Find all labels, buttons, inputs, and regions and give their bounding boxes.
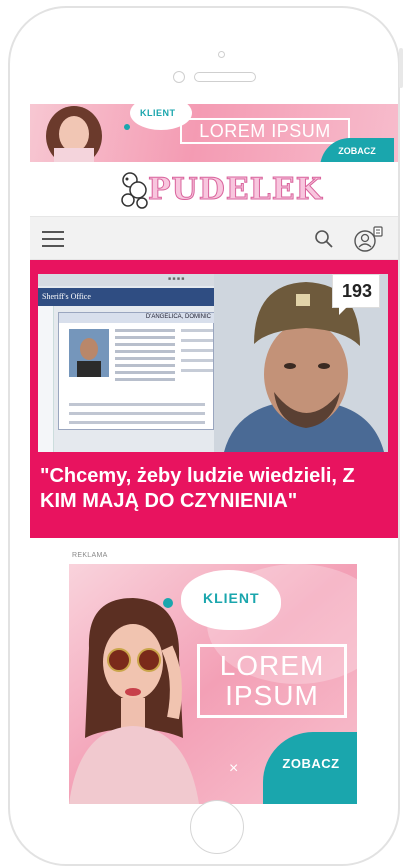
logo-text: PUDELEK [148,172,323,208]
user-account-icon[interactable] [352,225,384,253]
sheriff-header: Sheriff's Office [38,288,214,306]
record-charges [69,403,205,430]
top-ad-banner[interactable]: KLIENT LOREM IPSUM ZOBACZ [30,104,398,162]
sheriff-title: Sheriff's Office [42,292,91,301]
home-button[interactable] [190,800,244,854]
phone-screen: KLIENT LOREM IPSUM ZOBACZ PUDELEK ■ ■ ■ … [30,104,398,804]
record-details [115,329,175,385]
comments-count: 193 [341,281,373,301]
arrest-record: D'ANGELICA, DOMINIC [58,312,215,430]
lorem-line-1: LOREM [219,650,325,681]
zobacz-label: ZOBACZ [282,756,340,771]
mugshot-image [69,329,109,377]
ad-model-image [69,598,199,804]
close-icon[interactable]: × [229,760,238,778]
phone-side-button [399,48,403,88]
comments-count-badge[interactable]: 193 [332,274,380,315]
nav-bar [30,216,398,260]
featured-article[interactable]: ■ ■ ■ ■ Sheriff's Office D'ANGELICA, DOM… [30,260,398,538]
lorem-ipsum-label: LOREM IPSUM [180,118,350,144]
ad-model-image [46,106,102,162]
decor-dot [163,598,173,608]
browser-bar: ■ ■ ■ ■ [38,274,214,286]
record-header: D'ANGELICA, DOMINIC [59,313,215,323]
phone-sensor [218,51,225,58]
ad-banner[interactable]: KLIENT LOREM IPSUM × ZOBACZ [69,564,357,804]
decor-dot [124,124,130,130]
klient-label: KLIENT [203,590,260,606]
klient-label: KLIENT [140,108,176,118]
sheriff-sidebar [38,306,54,452]
record-name: D'ANGELICA, DOMINIC [145,314,211,320]
record-details-2 [181,329,213,379]
search-icon[interactable] [314,229,334,249]
article-headline[interactable]: "Chcemy, żeby ludzie wiedzieli, Z KIM MA… [40,464,390,514]
phone-speaker [194,72,256,82]
sheriff-record-screenshot: ■ ■ ■ ■ Sheriff's Office D'ANGELICA, DOM… [38,274,215,452]
site-logo[interactable]: PUDELEK [30,166,398,212]
ad-label: REKLAMA [72,552,108,559]
zobacz-button[interactable]: ZOBACZ [263,732,357,804]
phone-camera [173,71,185,83]
lorem-line-2: IPSUM [225,680,319,711]
poodle-icon [121,172,148,209]
menu-icon[interactable] [42,231,64,247]
